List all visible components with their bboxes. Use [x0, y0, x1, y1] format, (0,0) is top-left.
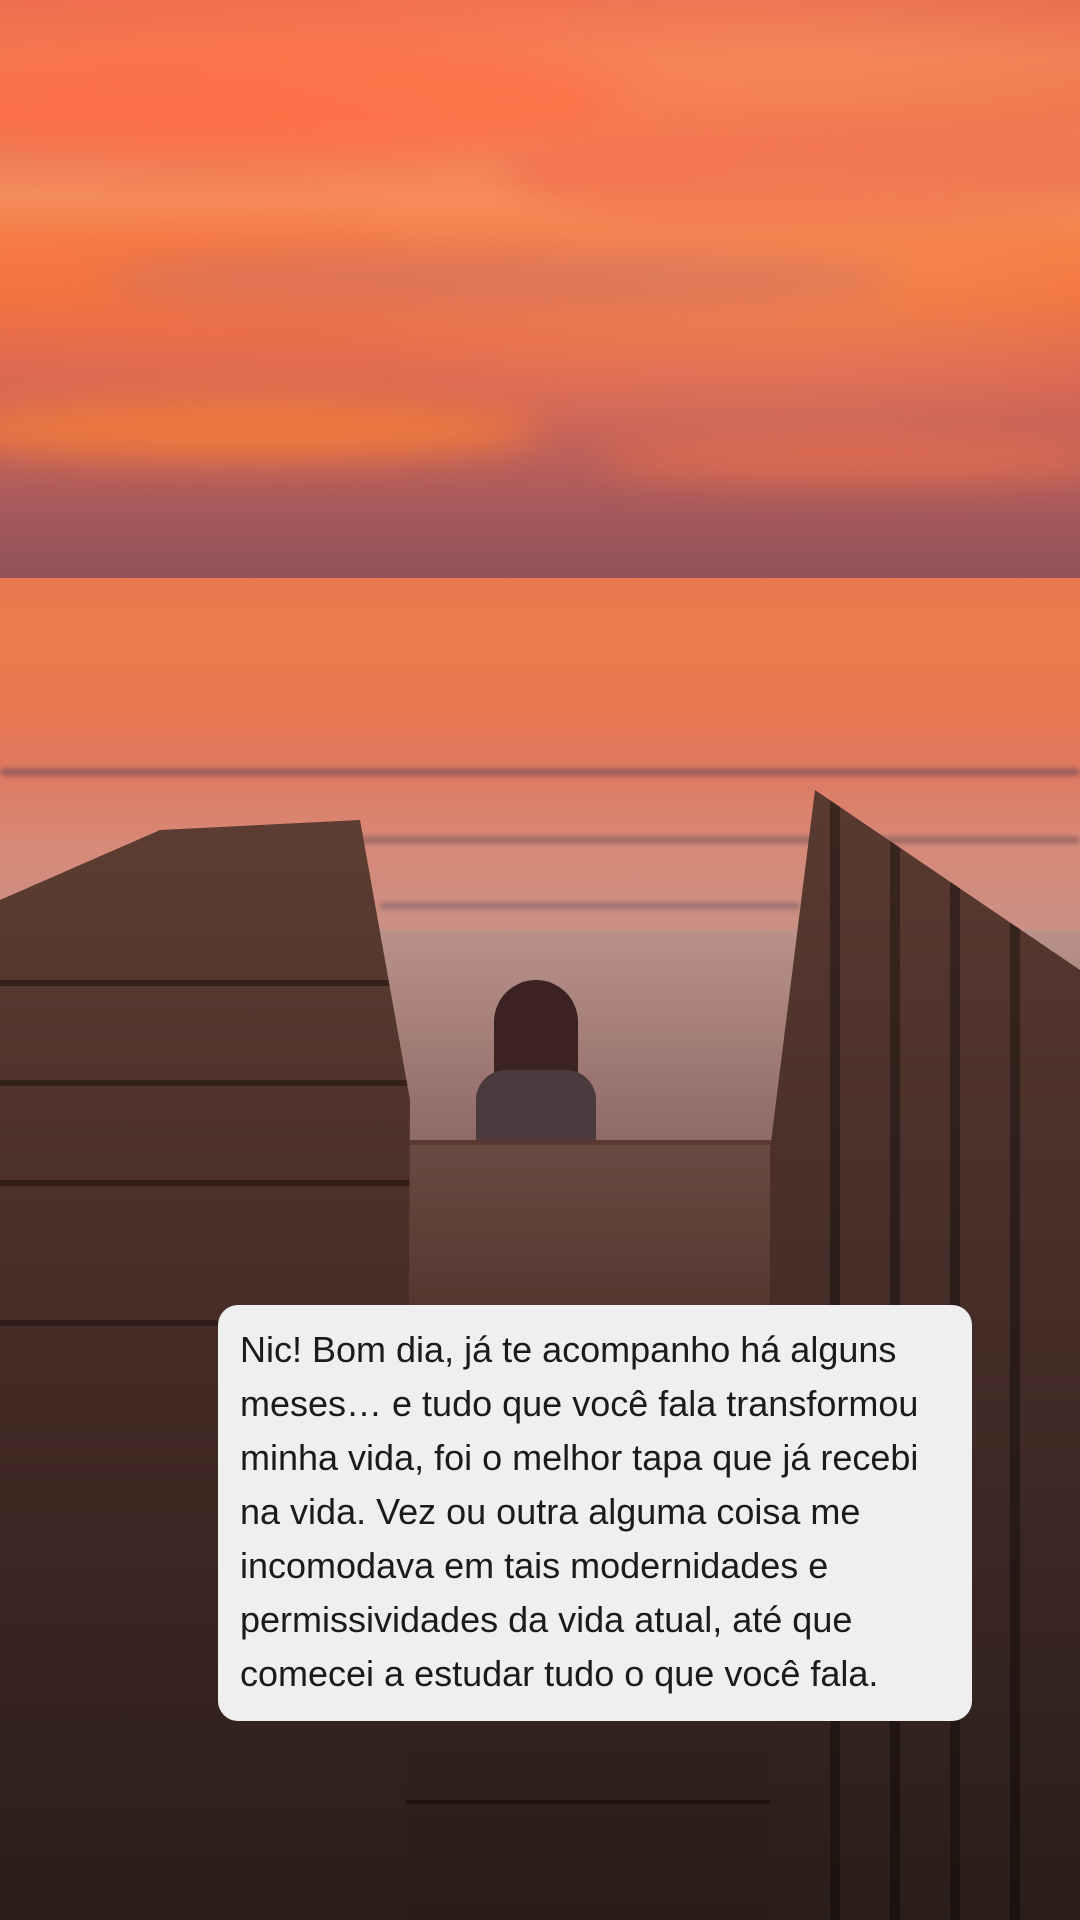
cloud — [600, 440, 1080, 480]
cloud — [100, 250, 900, 310]
person-silhouette — [476, 980, 596, 1150]
cloud — [0, 400, 540, 460]
cloud — [0, 40, 620, 160]
person-body — [476, 1070, 596, 1150]
story-screen: Nic! Bom dia, já te acompanho há alguns … — [0, 0, 1080, 1920]
cloud — [500, 120, 1080, 230]
bench-slat — [0, 1180, 410, 1186]
wave — [0, 768, 1080, 776]
wave — [380, 902, 800, 910]
bench-slat — [0, 980, 410, 986]
railing-post — [1010, 790, 1020, 1920]
message-text: Nic! Bom dia, já te acompanho há alguns … — [240, 1329, 919, 1694]
sunset-sky — [0, 0, 1080, 580]
bench-slat — [0, 1080, 410, 1086]
wave — [360, 836, 1080, 844]
message-bubble: Nic! Bom dia, já te acompanho há alguns … — [218, 1305, 972, 1721]
